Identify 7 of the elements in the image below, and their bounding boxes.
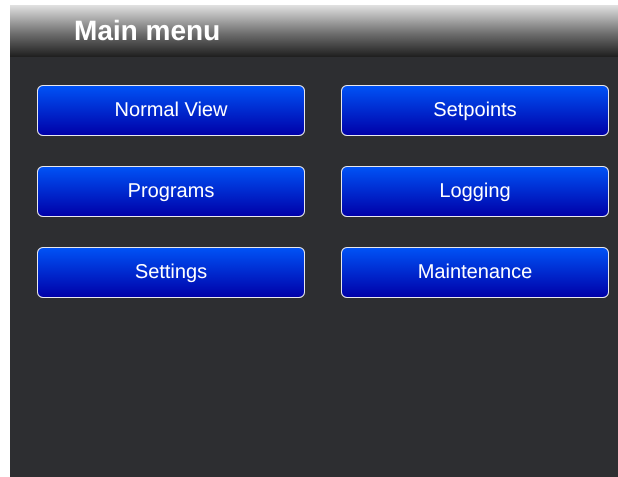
screen-title: Main menu: [74, 15, 220, 47]
menu-button[interactable]: Logging: [341, 166, 609, 217]
menu-button[interactable]: Maintenance: [341, 247, 609, 298]
menu-button[interactable]: Settings: [37, 247, 305, 298]
menu-button[interactable]: Programs: [37, 166, 305, 217]
menu-button[interactable]: Setpoints: [341, 85, 609, 136]
menu-button[interactable]: Normal View: [37, 85, 305, 136]
